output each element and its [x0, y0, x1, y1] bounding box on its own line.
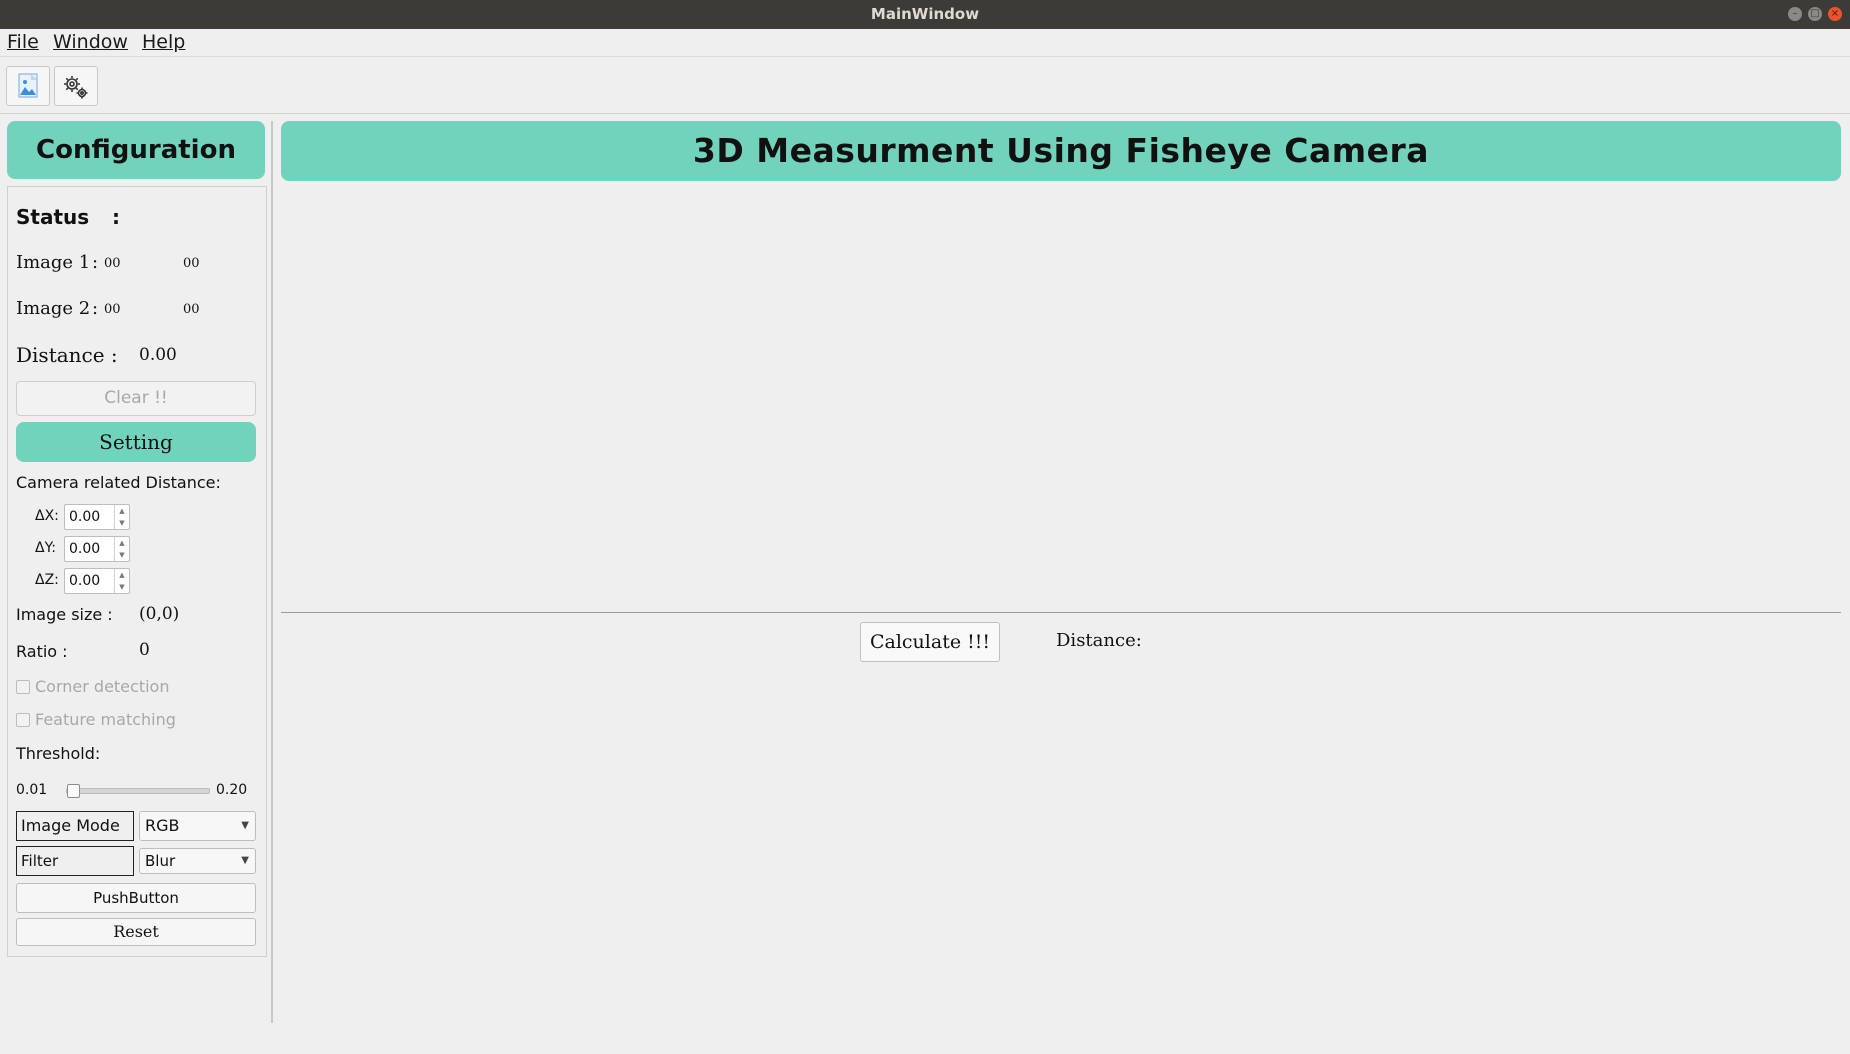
toolbar [0, 57, 1850, 114]
feature-matching-checkbox[interactable] [16, 713, 30, 727]
image-icon [18, 73, 38, 98]
image1-colon: : [92, 252, 99, 273]
ratio-value: 0 [139, 640, 150, 660]
image1-label: Image 1 [16, 252, 91, 273]
menu-file[interactable]: File [7, 31, 39, 53]
corner-detection-label[interactable]: Corner detection [35, 677, 169, 696]
clear-button[interactable]: Clear !! [16, 381, 256, 416]
title-bar: MainWindow – □ × [0, 0, 1850, 29]
close-icon[interactable]: × [1828, 7, 1842, 21]
maximize-icon[interactable]: □ [1808, 7, 1822, 21]
menu-bar: File Window Help [0, 29, 1850, 57]
filter-label: Filter [16, 846, 134, 876]
image2-colon: : [92, 298, 99, 319]
dx-value: 0.00 [69, 509, 101, 525]
threshold-slider[interactable] [66, 784, 210, 798]
threshold-max-label: 0.20 [216, 782, 248, 798]
menu-help[interactable]: Help [142, 31, 185, 53]
panel-splitter[interactable] [271, 121, 273, 1023]
spin-arrows-icon[interactable]: ▲ ▼ [114, 569, 129, 593]
chevron-down-icon: ▼ [241, 820, 249, 831]
filter-select[interactable]: Blur ▼ [139, 848, 256, 874]
image-mode-label: Image Mode [16, 811, 134, 841]
open-image-button[interactable] [6, 66, 50, 106]
image-mode-select[interactable]: RGB ▼ [139, 811, 256, 841]
dy-label: ΔY: [35, 540, 56, 556]
minimize-icon[interactable]: – [1788, 7, 1802, 21]
dx-label: ΔX: [35, 508, 59, 524]
settings-button[interactable] [54, 66, 98, 106]
image-display-area[interactable] [281, 190, 1841, 608]
distance-label: Distance : [16, 343, 118, 367]
setting-button[interactable]: Setting [16, 422, 256, 462]
image1-y-value: 00 [183, 256, 200, 271]
image-size-value: (0,0) [139, 604, 180, 624]
ratio-label: Ratio : [16, 642, 68, 661]
chevron-down-icon: ▼ [241, 855, 249, 866]
status-label: Status [16, 205, 90, 229]
camera-distance-label: Camera related Distance: [16, 473, 221, 492]
settings-gears-icon [64, 76, 88, 99]
window-title: MainWindow [870, 5, 980, 23]
dy-value: 0.00 [69, 541, 101, 557]
dz-spinbox[interactable]: 0.00 ▲ ▼ [64, 568, 130, 594]
calculate-button[interactable]: Calculate !!! [860, 622, 1000, 662]
page-title: 3D Measurment Using Fisheye Camera [281, 121, 1841, 181]
configuration-header: Configuration [7, 121, 265, 179]
divider [281, 612, 1841, 613]
image2-y-value: 00 [183, 302, 200, 317]
corner-detection-checkbox[interactable] [16, 680, 30, 694]
push-button[interactable]: PushButton [16, 883, 256, 913]
dz-value: 0.00 [69, 573, 101, 589]
dz-label: ΔZ: [35, 572, 59, 588]
reset-button[interactable]: Reset [16, 918, 256, 946]
filter-selected: Blur [145, 852, 176, 870]
image2-x-value: 00 [104, 302, 121, 317]
threshold-min-label: 0.01 [16, 782, 48, 798]
feature-matching-label[interactable]: Feature matching [35, 710, 176, 729]
image-size-label: Image size : [16, 605, 113, 624]
threshold-slider-handle[interactable] [67, 784, 80, 798]
spin-arrows-icon[interactable]: ▲ ▼ [114, 505, 129, 529]
dx-spinbox[interactable]: 0.00 ▲ ▼ [64, 504, 130, 530]
image1-x-value: 00 [104, 256, 121, 271]
distance-value: 0.00 [139, 345, 177, 365]
status-colon: : [112, 205, 120, 229]
result-distance-label: Distance: [1056, 630, 1142, 651]
image-mode-selected: RGB [145, 816, 180, 835]
image2-label: Image 2 [16, 298, 91, 319]
menu-window[interactable]: Window [53, 31, 128, 53]
spin-arrows-icon[interactable]: ▲ ▼ [114, 537, 129, 561]
dy-spinbox[interactable]: 0.00 ▲ ▼ [64, 536, 130, 562]
threshold-label: Threshold: [16, 744, 101, 763]
